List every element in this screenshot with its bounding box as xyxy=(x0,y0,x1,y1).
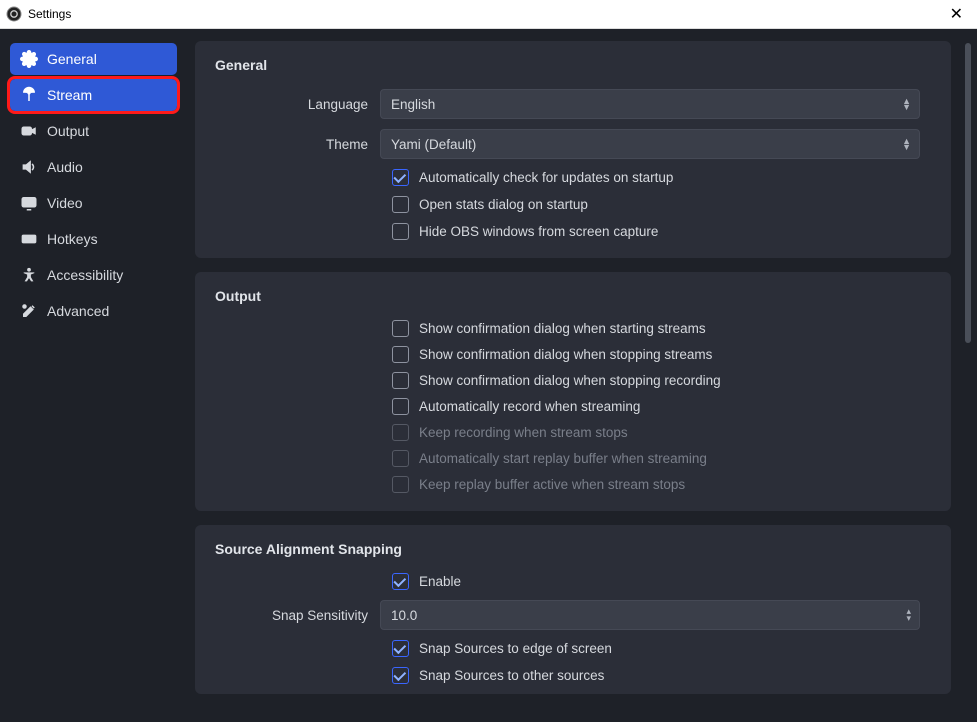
snap-sensitivity-input[interactable]: 10.0 ▴▾ xyxy=(380,600,920,630)
snap-sensitivity-label: Snap Sensitivity xyxy=(215,608,380,623)
group-snapping: Source Alignment Snapping Enable Snap Se… xyxy=(195,525,951,694)
checkbox-snap-enable[interactable] xyxy=(392,573,409,590)
sidebar-item-label: Accessibility xyxy=(47,267,123,283)
select-value: English xyxy=(391,97,435,112)
check-label: Keep recording when stream stops xyxy=(419,425,628,440)
check-label: Automatically record when streaming xyxy=(419,399,640,414)
sidebar-item-label: Stream xyxy=(47,87,92,103)
sidebar-item-label: General xyxy=(47,51,97,67)
check-label: Snap Sources to other sources xyxy=(419,668,604,683)
settings-sidebar: General Stream Output Audio Video Hotkey… xyxy=(0,29,187,722)
checkbox-keep-replay-buffer xyxy=(392,476,409,493)
check-label: Show confirmation dialog when stopping r… xyxy=(419,373,721,388)
tools-icon xyxy=(20,302,38,320)
checkbox-auto-record[interactable] xyxy=(392,398,409,415)
group-output: Output Show confirmation dialog when sta… xyxy=(195,272,951,511)
theme-select[interactable]: Yami (Default) ▲▼ xyxy=(380,129,920,159)
group-title: General xyxy=(215,57,931,73)
antenna-icon xyxy=(20,86,38,104)
sidebar-item-label: Output xyxy=(47,123,89,139)
checkbox-keep-recording xyxy=(392,424,409,441)
window-title: Settings xyxy=(28,7,71,21)
checkbox-confirm-stop-stream[interactable] xyxy=(392,346,409,363)
select-value: Yami (Default) xyxy=(391,137,476,152)
group-title: Output xyxy=(215,288,931,304)
group-title: Source Alignment Snapping xyxy=(215,541,931,557)
sidebar-item-label: Hotkeys xyxy=(47,231,98,247)
check-label: Automatically start replay buffer when s… xyxy=(419,451,707,466)
check-label: Enable xyxy=(419,574,461,589)
input-value: 10.0 xyxy=(391,608,417,623)
sidebar-item-label: Video xyxy=(47,195,83,211)
monitor-icon xyxy=(20,194,38,212)
spinner-icon: ▴▾ xyxy=(906,608,911,622)
sidebar-item-label: Audio xyxy=(47,159,83,175)
checkbox-snap-other[interactable] xyxy=(392,667,409,684)
sidebar-item-audio[interactable]: Audio xyxy=(10,151,177,183)
close-button[interactable]: ✕ xyxy=(944,2,969,26)
checkbox-open-stats[interactable] xyxy=(392,196,409,213)
check-label: Open stats dialog on startup xyxy=(419,197,588,212)
spinner-icon: ▲▼ xyxy=(902,138,911,150)
theme-label: Theme xyxy=(215,137,380,152)
titlebar: Settings ✕ xyxy=(0,0,977,29)
group-general: General Language English ▲▼ Theme Yam xyxy=(195,41,951,258)
checkbox-auto-update[interactable] xyxy=(392,169,409,186)
checkbox-auto-replay-buffer xyxy=(392,450,409,467)
checkbox-confirm-start-stream[interactable] xyxy=(392,320,409,337)
scrollbar-thumb[interactable] xyxy=(965,43,971,343)
speaker-icon xyxy=(20,158,38,176)
check-label: Automatically check for updates on start… xyxy=(419,170,673,185)
sidebar-item-output[interactable]: Output xyxy=(10,115,177,147)
sidebar-item-advanced[interactable]: Advanced xyxy=(10,295,177,327)
checkbox-snap-edge[interactable] xyxy=(392,640,409,657)
sidebar-item-stream[interactable]: Stream xyxy=(10,79,177,111)
obs-logo-icon xyxy=(6,6,22,22)
check-label: Show confirmation dialog when starting s… xyxy=(419,321,706,336)
gear-icon xyxy=(20,50,38,68)
checkbox-confirm-stop-recording[interactable] xyxy=(392,372,409,389)
settings-content: General Language English ▲▼ Theme Yam xyxy=(187,29,959,722)
accessibility-icon xyxy=(20,266,38,284)
language-label: Language xyxy=(215,97,380,112)
checkbox-hide-obs[interactable] xyxy=(392,223,409,240)
sidebar-item-label: Advanced xyxy=(47,303,109,319)
sidebar-item-video[interactable]: Video xyxy=(10,187,177,219)
check-label: Show confirmation dialog when stopping s… xyxy=(419,347,712,362)
check-label: Keep replay buffer active when stream st… xyxy=(419,477,685,492)
content-scrollbar[interactable] xyxy=(959,29,977,722)
sidebar-item-accessibility[interactable]: Accessibility xyxy=(10,259,177,291)
spinner-icon: ▲▼ xyxy=(902,98,911,110)
check-label: Snap Sources to edge of screen xyxy=(419,641,612,656)
check-label: Hide OBS windows from screen capture xyxy=(419,224,658,239)
language-select[interactable]: English ▲▼ xyxy=(380,89,920,119)
keyboard-icon xyxy=(20,230,38,248)
sidebar-item-hotkeys[interactable]: Hotkeys xyxy=(10,223,177,255)
sidebar-item-general[interactable]: General xyxy=(10,43,177,75)
camera-icon xyxy=(20,122,38,140)
